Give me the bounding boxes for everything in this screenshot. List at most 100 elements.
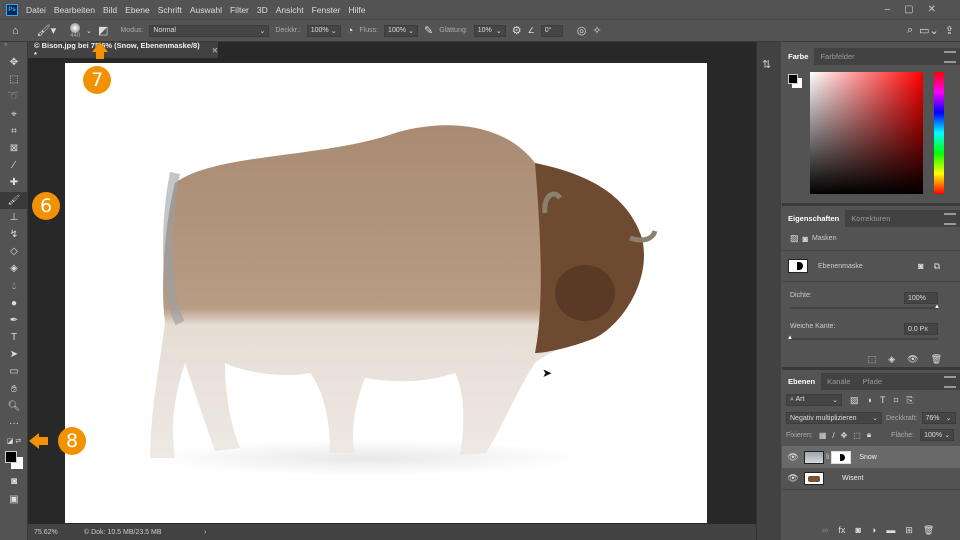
crop-tool-icon[interactable]: ⌗ xyxy=(0,123,28,140)
tab-pfade[interactable]: Pfade xyxy=(856,373,888,390)
angle-field[interactable]: 0° xyxy=(540,24,563,37)
pressure-opacity-icon[interactable]: ◔ xyxy=(347,25,354,37)
blend-mode-select[interactable]: Negativ multiplizieren ⌄ xyxy=(786,412,882,424)
weiche-kante-slider[interactable]: ▲ xyxy=(787,335,938,341)
select-mask-icon[interactable]: ◙ xyxy=(918,261,923,271)
document-tab[interactable]: © Bison.jpg bei 75,6% (Snow, Ebenenmaske… xyxy=(28,41,218,59)
layer-filter-select[interactable]: ⌕ Art ⌄ xyxy=(786,394,842,406)
tab-kanaele[interactable]: Kanäle xyxy=(821,373,856,390)
new-layer-icon[interactable]: ⊞ xyxy=(905,525,913,536)
move-tool-icon[interactable]: ✥ xyxy=(0,54,28,71)
lasso-tool-icon[interactable]: ➰ xyxy=(0,88,28,105)
blur-tool-icon[interactable]: 💧︎ xyxy=(0,277,28,294)
tab-korrekturen[interactable]: Korrekturen xyxy=(845,210,896,227)
menu-bearbeiten[interactable]: Bearbeiten xyxy=(54,5,95,15)
workspace-icon[interactable]: ▭⌄ xyxy=(919,24,939,37)
menu-datei[interactable]: Datei xyxy=(26,5,46,15)
lock-artboard-icon[interactable]: ⬚ xyxy=(853,431,861,440)
filter-adjustment-icon[interactable]: ◑ xyxy=(867,395,872,405)
apply-vector-mask-icon[interactable]: ⧉ xyxy=(934,261,940,272)
fx-icon[interactable]: fx xyxy=(838,525,845,536)
foreground-swatch[interactable] xyxy=(788,74,798,84)
pixel-mask-icon[interactable]: ▨ xyxy=(790,233,799,244)
trash-icon[interactable]: 🗑︎ xyxy=(931,354,942,365)
canvas-image[interactable] xyxy=(65,63,707,523)
lock-all-icon[interactable]: 🔒︎ xyxy=(867,430,871,440)
gear-icon[interactable]: ⚙ xyxy=(512,24,522,37)
healing-tool-icon[interactable]: ✚ xyxy=(0,174,28,191)
eyedropper-tool-icon[interactable]: ⁄ xyxy=(0,157,28,174)
opacity-field[interactable]: 76% ⌄ xyxy=(921,412,956,424)
collapse-icon[interactable]: » xyxy=(0,42,27,54)
menu-schrift[interactable]: Schrift xyxy=(158,5,182,15)
dichte-field[interactable]: 100% xyxy=(904,292,938,304)
brush-preset-picker[interactable]: 440 xyxy=(70,22,80,39)
type-tool-icon[interactable]: T xyxy=(0,329,28,346)
chevron-down-icon[interactable]: ⌄ xyxy=(86,27,92,35)
filter-smartobject-icon[interactable]: ⎘ xyxy=(907,395,914,406)
fluss-field[interactable]: 100% ⌄ xyxy=(384,24,419,37)
brush-tool-icon[interactable]: 🖌︎ xyxy=(0,191,28,209)
filter-type-icon[interactable]: T xyxy=(880,395,886,405)
tab-farbe[interactable]: Farbe xyxy=(782,48,815,65)
tab-eigenschaften[interactable]: Eigenschaften xyxy=(782,210,846,227)
frame-tool-icon[interactable]: ⊠ xyxy=(0,140,28,157)
menu-ansicht[interactable]: Ansicht xyxy=(276,5,304,15)
menu-hilfe[interactable]: Hilfe xyxy=(348,5,365,15)
mask-thumbnail[interactable] xyxy=(831,450,852,464)
lock-position-icon[interactable]: ✥ xyxy=(841,431,848,440)
zoom-tool-icon[interactable]: 🔍︎ xyxy=(0,398,28,415)
modus-select[interactable]: Normal ⌄ xyxy=(149,24,270,37)
layer-row-snow[interactable]: 👁︎ § Snow xyxy=(782,446,960,468)
airbrush-icon[interactable]: ✎ xyxy=(424,24,433,37)
gradient-tool-icon[interactable]: ◈ xyxy=(0,260,28,277)
panel-menu-icon[interactable] xyxy=(944,50,956,63)
layer-row-wisent[interactable]: 👁︎ Wisent xyxy=(782,468,960,490)
brush-settings-icon[interactable]: ◩ xyxy=(98,24,108,37)
eraser-tool-icon[interactable]: ◇ xyxy=(0,243,28,260)
menu-bild[interactable]: Bild xyxy=(103,5,117,15)
search-icon[interactable]: ⌕ xyxy=(907,24,913,37)
screen-mode-icon[interactable]: ▣ xyxy=(0,491,28,508)
menu-auswahl[interactable]: Auswahl xyxy=(190,5,222,15)
visibility-eye-icon[interactable]: 👁︎ xyxy=(782,473,804,484)
rectangle-tool-icon[interactable]: ▭ xyxy=(0,363,28,380)
filter-pixel-icon[interactable]: ▨ xyxy=(850,395,859,406)
vector-mask-icon[interactable]: ◙ xyxy=(803,234,808,244)
visibility-eye-icon[interactable]: 👁︎ xyxy=(782,452,804,463)
color-field[interactable] xyxy=(810,72,923,194)
marquee-tool-icon[interactable]: ⬚ xyxy=(0,71,28,88)
add-mask-icon[interactable]: ◙ xyxy=(855,525,860,536)
menu-3d[interactable]: 3D xyxy=(257,5,268,15)
lock-pixels-icon[interactable]: / xyxy=(832,431,834,440)
home-icon[interactable]: ⌂ xyxy=(12,25,19,37)
link-icon[interactable]: § xyxy=(826,454,829,460)
share-icon[interactable]: ⇪ xyxy=(945,24,954,37)
swap-colors-icon[interactable]: ◪ ⇄ xyxy=(0,432,28,449)
group-folder-icon[interactable]: ▬ xyxy=(886,525,895,536)
menu-ebene[interactable]: Ebene xyxy=(125,5,150,15)
lock-transparency-icon[interactable]: ▦ xyxy=(819,431,827,440)
link-layers-icon[interactable]: ∞ xyxy=(822,525,828,536)
symmetry-icon[interactable]: ✧ xyxy=(592,24,601,37)
adjustment-layer-icon[interactable]: ◑ xyxy=(871,525,876,536)
stamp-tool-icon[interactable]: ⊥ xyxy=(0,209,28,226)
status-menu-arrow[interactable]: › xyxy=(204,529,206,536)
tab-farbfelder[interactable]: Farbfelder xyxy=(814,48,860,65)
quick-select-tool-icon[interactable]: ⌖ xyxy=(0,106,28,123)
glaettung-field[interactable]: 10% ⌄ xyxy=(473,24,506,37)
window-controls[interactable]: –▢✕ xyxy=(885,4,950,15)
brush-tool-icon[interactable]: 🖌︎▾ xyxy=(37,24,57,37)
panel-menu-icon[interactable] xyxy=(944,375,956,388)
close-tab-icon[interactable]: ✕ xyxy=(212,46,218,55)
hand-tool-icon[interactable]: ✋︎ xyxy=(0,381,28,398)
fill-field[interactable]: 100% ⌄ xyxy=(920,429,955,441)
color-swatches[interactable] xyxy=(0,449,27,473)
load-selection-icon[interactable]: ⬚ xyxy=(868,354,877,365)
zoom-level[interactable]: 75.62% xyxy=(28,529,64,536)
trash-icon[interactable]: 🗑︎ xyxy=(923,525,934,536)
dichte-slider[interactable]: ▲ xyxy=(790,304,940,310)
pressure-size-icon[interactable]: ◎ xyxy=(577,24,587,37)
menu-fenster[interactable]: Fenster xyxy=(312,5,341,15)
hue-slider[interactable] xyxy=(934,72,944,194)
